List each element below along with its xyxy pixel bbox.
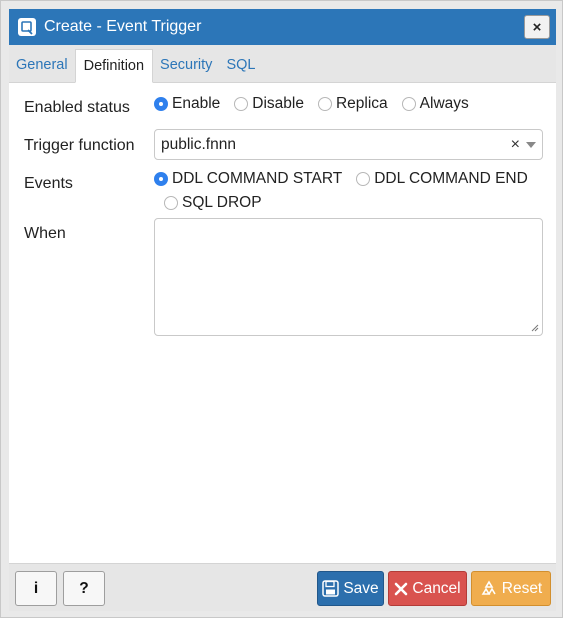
- when-label: When: [24, 225, 66, 242]
- dialog-title: Create - Event Trigger: [44, 18, 202, 35]
- trigger-function-value: public.fnnn: [161, 135, 236, 153]
- close-button[interactable]: ×: [524, 15, 550, 39]
- info-button[interactable]: i: [15, 571, 57, 606]
- reset-button[interactable]: Reset: [471, 571, 551, 606]
- tab-bar: General Definition Security SQL: [9, 45, 556, 83]
- radio-replica-label: Replica: [335, 95, 388, 112]
- save-button[interactable]: Save: [317, 571, 384, 606]
- enabled-status-radio-group: Enable Disable Replica Always: [154, 95, 469, 113]
- radio-disable[interactable]: Disable: [234, 95, 304, 113]
- radio-replica[interactable]: Replica: [317, 95, 388, 113]
- close-icon: ×: [532, 18, 542, 36]
- help-button[interactable]: ?: [63, 571, 105, 606]
- radio-always[interactable]: Always: [401, 95, 469, 113]
- radio-enable-label: Enable: [172, 95, 221, 112]
- info-icon: i: [33, 579, 39, 597]
- radio-ddl-command-start-indicator: [154, 172, 168, 186]
- cancel-label: Cancel: [412, 579, 461, 597]
- tab-definition[interactable]: Definition: [74, 49, 154, 83]
- dialog-window-icon: [17, 17, 37, 37]
- resize-grip-icon[interactable]: [531, 324, 539, 332]
- close-icon: [394, 582, 408, 596]
- recycle-icon: [480, 579, 498, 598]
- radio-disable-label: Disable: [252, 95, 304, 112]
- floppy-disk-icon: [322, 580, 340, 597]
- radio-ddl-command-start-label: DDL COMMAND START: [172, 170, 343, 187]
- dialog-footer: i ? Save Cancel Reset: [9, 563, 556, 611]
- chevron-down-icon[interactable]: [526, 142, 536, 148]
- save-label: Save: [343, 579, 379, 597]
- radio-replica-indicator: [317, 97, 332, 111]
- definition-panel: Enabled status Enable Disable Replica Al…: [9, 83, 556, 563]
- tab-general[interactable]: General: [9, 48, 75, 82]
- cancel-button[interactable]: Cancel: [388, 571, 467, 606]
- radio-sql-drop-label: SQL DROP: [182, 194, 262, 211]
- create-event-trigger-dialog: Create - Event Trigger × General Definit…: [0, 0, 563, 618]
- radio-ddl-command-end-label: DDL COMMAND END: [374, 170, 528, 187]
- radio-ddl-command-start[interactable]: DDL COMMAND START: [154, 170, 342, 188]
- help-icon: ?: [79, 579, 89, 597]
- when-textarea[interactable]: [154, 218, 543, 336]
- radio-sql-drop-indicator: [164, 196, 178, 210]
- trigger-function-label: Trigger function: [24, 137, 135, 154]
- radio-disable-indicator: [234, 97, 249, 111]
- events-label: Events: [24, 175, 73, 192]
- radio-sql-drop[interactable]: SQL DROP: [164, 194, 262, 212]
- trigger-function-select[interactable]: public.fnnn ×: [154, 129, 543, 160]
- title-bar: Create - Event Trigger ×: [9, 9, 556, 45]
- events-radio-group: DDL COMMAND START DDL COMMAND END SQL DR…: [154, 170, 544, 212]
- radio-ddl-command-end-indicator: [356, 172, 371, 186]
- clear-selection-icon[interactable]: ×: [511, 136, 520, 154]
- radio-always-label: Always: [419, 95, 469, 112]
- enabled-status-label: Enabled status: [24, 99, 130, 116]
- radio-enable-indicator: [154, 97, 168, 111]
- tab-security[interactable]: Security: [153, 48, 219, 82]
- reset-label: Reset: [501, 579, 543, 597]
- radio-ddl-command-end[interactable]: DDL COMMAND END: [356, 170, 528, 188]
- radio-enable[interactable]: Enable: [154, 95, 220, 113]
- tab-sql[interactable]: SQL: [219, 48, 262, 82]
- radio-always-indicator: [401, 97, 416, 111]
